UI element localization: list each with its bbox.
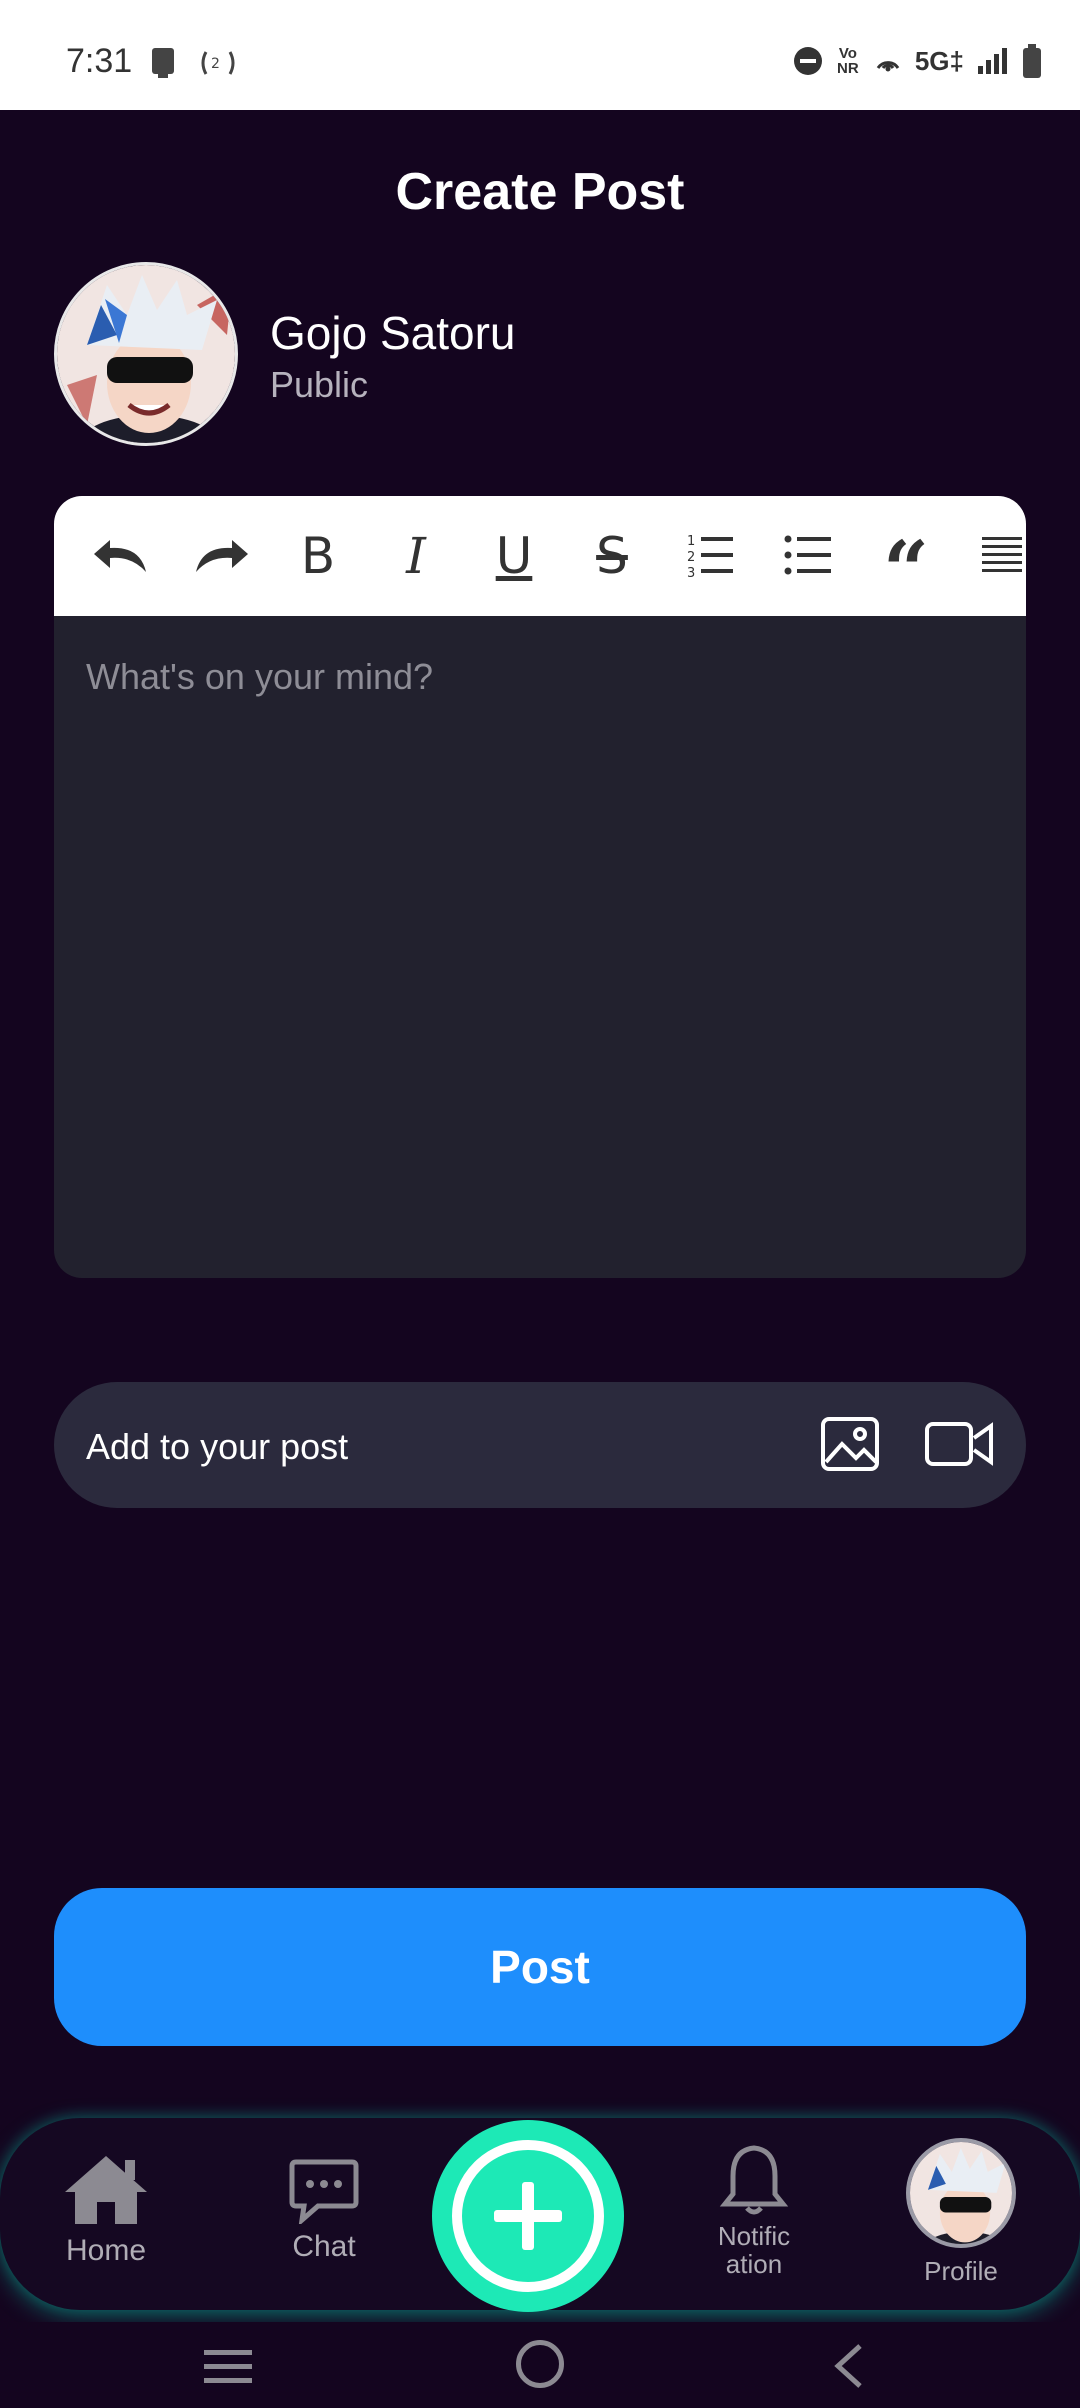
page-title: Create Post bbox=[395, 163, 685, 221]
nav-home-label: Home bbox=[65, 2234, 147, 2267]
status-bar: 7:31 2 Vo NR 5G‡ bbox=[0, 0, 1080, 110]
nav-chat-label: Chat bbox=[292, 2230, 356, 2263]
add-to-post-label: Add to your post bbox=[86, 1426, 349, 1467]
bell-icon bbox=[719, 2145, 789, 2215]
post-editor[interactable]: B I U S 123 “ What's on your mind? bbox=[54, 496, 1026, 1278]
quote-icon[interactable]: “ bbox=[874, 524, 938, 610]
status-left-icons: 2 bbox=[148, 46, 238, 80]
underline-icon[interactable]: U bbox=[482, 524, 546, 588]
align-justify-icon[interactable] bbox=[982, 524, 1026, 588]
battery-icon bbox=[1023, 44, 1041, 78]
nav-notification[interactable]: Notific ation bbox=[690, 2144, 818, 2278]
post-button[interactable]: Post bbox=[54, 1888, 1026, 2046]
strikethrough-icon[interactable]: S bbox=[580, 524, 644, 588]
user-name: Gojo Satoru bbox=[270, 307, 516, 359]
network-type: 5G‡ bbox=[914, 45, 964, 76]
redo-icon[interactable] bbox=[188, 524, 252, 588]
profile-avatar bbox=[906, 2138, 1016, 2248]
post-visibility[interactable]: Public bbox=[270, 364, 368, 406]
video-icon[interactable] bbox=[924, 1418, 994, 1470]
plus-icon bbox=[494, 2182, 562, 2250]
format-toolbar: B I U S 123 “ bbox=[54, 496, 1026, 616]
svg-text:2: 2 bbox=[211, 56, 220, 72]
undo-icon[interactable] bbox=[90, 524, 154, 588]
svg-text:3: 3 bbox=[687, 566, 695, 581]
nav-home[interactable]: Home bbox=[50, 2152, 162, 2268]
home-icon bbox=[65, 2156, 147, 2224]
ordered-list-icon[interactable]: 123 bbox=[678, 524, 742, 588]
chat-icon bbox=[289, 2159, 359, 2224]
user-avatar[interactable] bbox=[54, 262, 238, 446]
back-icon[interactable] bbox=[830, 2342, 866, 2390]
italic-icon[interactable]: I bbox=[384, 524, 448, 588]
dnd-icon bbox=[793, 47, 822, 75]
nav-notification-label-1: Notific bbox=[717, 2221, 791, 2251]
create-post-fab[interactable] bbox=[432, 2120, 624, 2312]
screen-cast-icon bbox=[152, 48, 174, 78]
status-right-icons: Vo NR 5G‡ bbox=[793, 44, 1042, 78]
nav-profile-label: Profile bbox=[924, 2256, 998, 2286]
svg-text:2: 2 bbox=[687, 550, 695, 565]
image-icon[interactable] bbox=[820, 1416, 880, 1472]
status-time: 7:31 bbox=[66, 42, 133, 80]
post-text-input[interactable]: What's on your mind? bbox=[86, 656, 433, 698]
bold-icon[interactable]: B bbox=[286, 524, 350, 588]
system-home-button[interactable] bbox=[516, 2340, 564, 2388]
system-nav-bar bbox=[0, 2322, 1080, 2408]
nav-notification-label-2: ation bbox=[725, 2249, 783, 2279]
hotspot-icon: 2 bbox=[201, 51, 235, 75]
nav-profile[interactable]: Profile bbox=[906, 2138, 1016, 2287]
recent-apps-icon[interactable] bbox=[202, 2344, 254, 2388]
svg-text:1: 1 bbox=[687, 534, 695, 549]
fab-ring bbox=[452, 2140, 604, 2292]
signal-icon bbox=[978, 48, 1007, 74]
bullet-list-icon[interactable] bbox=[776, 524, 840, 588]
vonr-icon: Vo NR bbox=[837, 45, 859, 77]
add-to-post-bar[interactable]: Add to your post bbox=[54, 1382, 1026, 1508]
wifi-calling-icon bbox=[876, 61, 900, 72]
nav-chat[interactable]: Chat bbox=[270, 2158, 378, 2264]
